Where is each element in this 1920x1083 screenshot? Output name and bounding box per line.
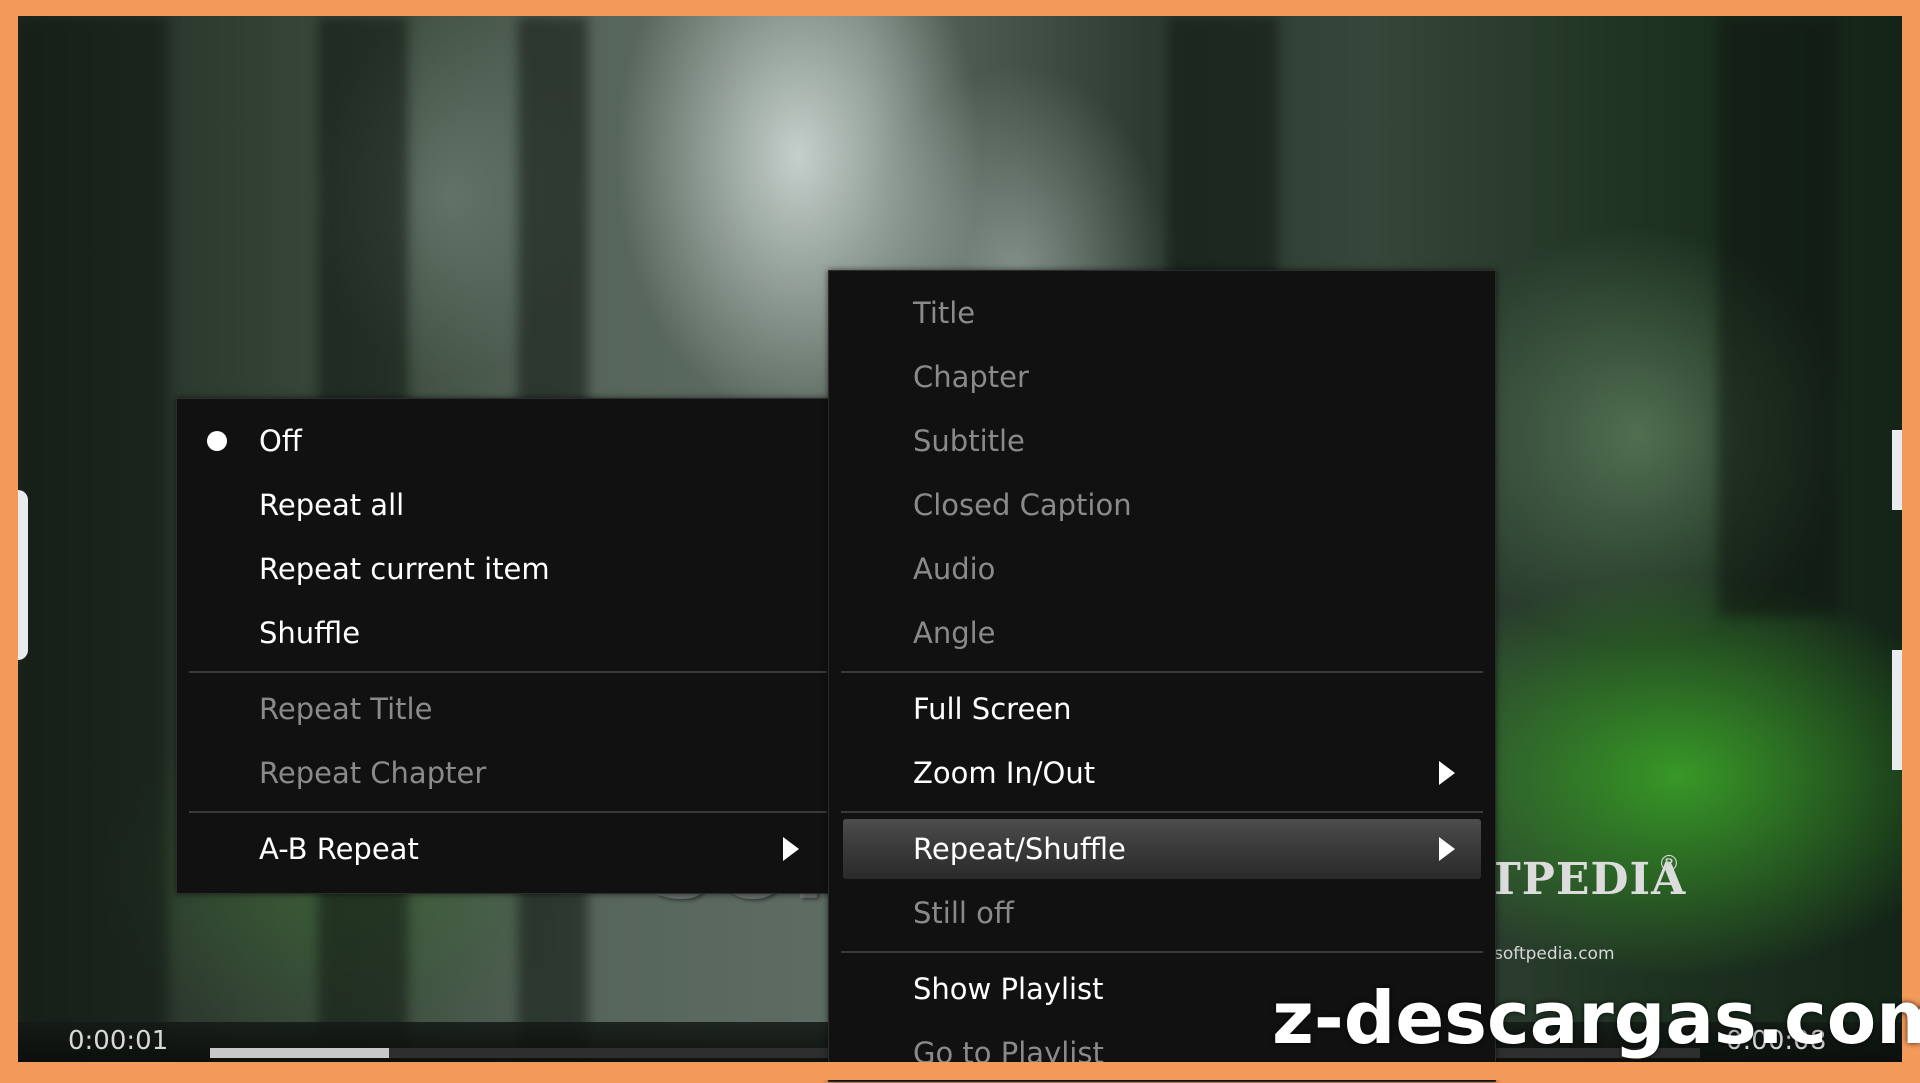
menu-item-label: Off [259,424,302,458]
menu-item-repeat-current-item[interactable]: Repeat current item [177,539,839,599]
screenshot-frame: SOFTPEDIA ® TPEDIA ® softpedia.com 0:00:… [0,0,1920,1082]
tree-trunk [18,16,168,1062]
frame-border-bottom [0,1062,1920,1080]
menu-item-label: Zoom In/Out [913,756,1096,790]
softpedia-corner-registered: ® [1658,852,1680,877]
menu-separator [841,811,1483,813]
right-edge-marker [1892,650,1902,770]
progress-fill [210,1048,389,1058]
softpedia-url: softpedia.com [1494,944,1615,964]
menu-item-zoom-in-out[interactable]: Zoom In/Out [829,743,1495,803]
menu-item-label: Audio [913,552,996,586]
menu-item-shuffle[interactable]: Shuffle [177,603,839,663]
menu-item-label: Repeat/Shuffle [913,832,1126,866]
menu-item-label: Full Screen [913,692,1072,726]
radio-bullet-icon [207,431,227,451]
submenu-arrow-icon [1439,761,1455,785]
menu-item-title: Title [829,283,1495,343]
menu-item-label: Still off [913,896,1014,930]
menu-separator [841,951,1483,953]
menu-item-chapter: Chapter [829,347,1495,407]
menu-item-label: Title [913,296,976,330]
menu-item-label: Subtitle [913,424,1025,458]
menu-item-repeat-title: Repeat Title [177,679,839,739]
menu-separator [841,671,1483,673]
menu-item-full-screen[interactable]: Full Screen [829,679,1495,739]
left-edge-marker [18,490,28,660]
submenu-arrow-icon [1439,837,1455,861]
menu-item-still-off: Still off [829,883,1495,943]
site-watermark: z-descargas.com [1272,976,1920,1060]
softpedia-corner-watermark: TPEDIA [1488,854,1687,905]
menu-item-label: Repeat all [259,488,405,522]
menu-item-label: Show Playlist [913,972,1104,1006]
menu-item-label: Repeat Title [259,692,433,726]
menu-item-label: Repeat current item [259,552,550,586]
menu-item-label: Chapter [913,360,1029,394]
menu-separator [189,671,827,673]
submenu-arrow-icon [783,837,799,861]
menu-item-label: Angle [913,616,996,650]
menu-item-angle: Angle [829,603,1495,663]
menu-item-closed-caption: Closed Caption [829,475,1495,535]
menu-separator [189,811,827,813]
menu-item-label: Closed Caption [913,488,1132,522]
menu-item-audio: Audio [829,539,1495,599]
menu-item-repeat-all[interactable]: Repeat all [177,475,839,535]
menu-item-label: Repeat Chapter [259,756,487,790]
menu-item-off[interactable]: Off [177,411,839,471]
menu-item-label: Shuffle [259,616,361,650]
player-context-menu: Title Chapter Subtitle Closed Caption Au… [828,270,1496,1082]
repeat-shuffle-submenu: Off Repeat all Repeat current item Shuff… [176,398,840,894]
current-time: 0:00:01 [68,1026,169,1056]
menu-item-repeat-shuffle[interactable]: Repeat/Shuffle [829,819,1495,879]
right-edge-marker [1892,430,1902,510]
menu-item-ab-repeat[interactable]: A-B Repeat [177,819,839,879]
menu-item-repeat-chapter: Repeat Chapter [177,743,839,803]
menu-item-label: A-B Repeat [259,832,419,866]
menu-item-subtitle: Subtitle [829,411,1495,471]
tree-trunk [1718,16,1838,616]
